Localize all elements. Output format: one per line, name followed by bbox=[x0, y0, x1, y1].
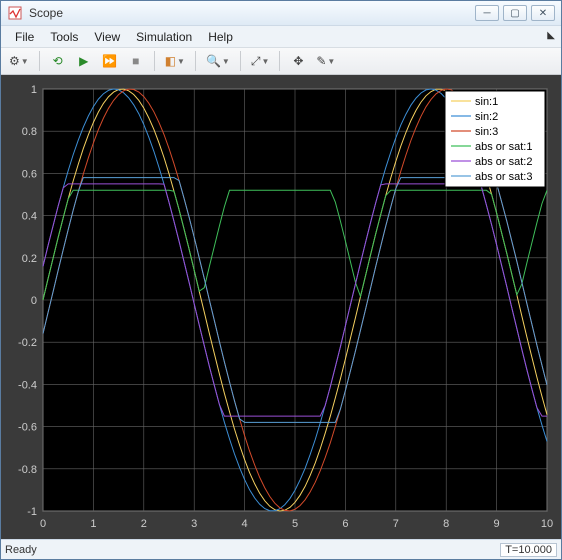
annotate-button[interactable]: ✎▼ bbox=[312, 50, 339, 72]
step-forward-button[interactable]: ⏩ bbox=[98, 50, 122, 72]
step-forward-icon: ⏩ bbox=[102, 54, 117, 68]
close-button[interactable]: ✕ bbox=[531, 5, 555, 21]
svg-text:sin:3: sin:3 bbox=[475, 126, 498, 138]
svg-text:9: 9 bbox=[494, 518, 500, 530]
svg-text:0.2: 0.2 bbox=[22, 253, 37, 265]
menu-simulation[interactable]: Simulation bbox=[128, 27, 200, 47]
scope-chart[interactable]: 0 1 2 3 4 5 6 7 8 9 10 -1 -0.8 -0.6 -0.4 -0.2 0 0.2 0.4 0.6… bbox=[7, 81, 555, 533]
zoom-button[interactable]: 🔍▼ bbox=[202, 50, 234, 72]
svg-text:sin:2: sin:2 bbox=[475, 111, 498, 123]
plot-area[interactable]: 0 1 2 3 4 5 6 7 8 9 10 -1 -0.8 -0.6 -0.4 -0.2 0 0.2 0.4 0.6… bbox=[1, 75, 561, 539]
annotate-icon: ✎ bbox=[316, 54, 326, 68]
window-controls: ─ ▢ ✕ bbox=[475, 5, 555, 21]
menu-help[interactable]: Help bbox=[200, 27, 241, 47]
status-text: Ready bbox=[5, 544, 500, 556]
trigger-icon: ◧ bbox=[165, 54, 176, 68]
svg-text:7: 7 bbox=[393, 518, 399, 530]
separator bbox=[154, 51, 155, 71]
run-button[interactable]: ▶ bbox=[72, 50, 96, 72]
configure-button[interactable]: ⚙▼ bbox=[5, 50, 33, 72]
menu-file[interactable]: File bbox=[7, 27, 42, 47]
svg-text:10: 10 bbox=[541, 518, 553, 530]
separator bbox=[240, 51, 241, 71]
svg-text:4: 4 bbox=[242, 518, 248, 530]
separator bbox=[195, 51, 196, 71]
gear-icon: ⚙ bbox=[9, 54, 20, 68]
step-back-button[interactable]: ⟲ bbox=[46, 50, 70, 72]
svg-text:2: 2 bbox=[141, 518, 147, 530]
svg-text:1: 1 bbox=[31, 84, 37, 96]
zoom-icon: 🔍 bbox=[206, 54, 221, 68]
undock-icon[interactable]: ◣ bbox=[547, 30, 555, 41]
maximize-button[interactable]: ▢ bbox=[503, 5, 527, 21]
svg-text:0.8: 0.8 bbox=[22, 127, 37, 139]
svg-text:abs or sat:2: abs or sat:2 bbox=[475, 156, 532, 168]
window-title: Scope bbox=[29, 6, 475, 20]
minimize-button[interactable]: ─ bbox=[475, 5, 499, 21]
svg-text:5: 5 bbox=[292, 518, 298, 530]
menu-view[interactable]: View bbox=[86, 27, 128, 47]
app-logo-icon bbox=[7, 5, 23, 21]
separator bbox=[279, 51, 280, 71]
svg-text:sin:1: sin:1 bbox=[475, 96, 498, 108]
svg-text:abs or sat:1: abs or sat:1 bbox=[475, 141, 532, 153]
svg-text:-0.8: -0.8 bbox=[18, 464, 37, 476]
scope-window: Scope ─ ▢ ✕ File Tools View Simulation H… bbox=[0, 0, 562, 560]
toolbar: ⚙▼ ⟲ ▶ ⏩ ■ ◧▼ 🔍▼ ⤢▼ ✥ ✎▼ bbox=[1, 48, 561, 75]
separator bbox=[39, 51, 40, 71]
stop-icon: ■ bbox=[132, 54, 139, 68]
autoscale-icon: ⤢ bbox=[251, 54, 261, 69]
svg-text:1: 1 bbox=[90, 518, 96, 530]
measure-button[interactable]: ✥ bbox=[286, 50, 310, 72]
menubar: File Tools View Simulation Help ◣ bbox=[1, 26, 561, 48]
svg-text:-0.2: -0.2 bbox=[18, 338, 37, 350]
svg-text:0.4: 0.4 bbox=[22, 211, 37, 223]
menu-tools[interactable]: Tools bbox=[42, 27, 86, 47]
measure-icon: ✥ bbox=[293, 54, 303, 68]
svg-text:0: 0 bbox=[40, 518, 46, 530]
autoscale-button[interactable]: ⤢▼ bbox=[247, 50, 274, 72]
svg-text:abs or sat:3: abs or sat:3 bbox=[475, 171, 532, 183]
svg-text:8: 8 bbox=[443, 518, 449, 530]
titlebar[interactable]: Scope ─ ▢ ✕ bbox=[1, 1, 561, 26]
svg-text:-0.4: -0.4 bbox=[18, 380, 37, 392]
sim-time: T=10.000 bbox=[500, 543, 557, 557]
svg-text:3: 3 bbox=[191, 518, 197, 530]
svg-text:6: 6 bbox=[342, 518, 348, 530]
play-icon: ▶ bbox=[79, 54, 88, 68]
stop-button[interactable]: ■ bbox=[124, 50, 148, 72]
svg-text:0: 0 bbox=[31, 295, 37, 307]
svg-text:-1: -1 bbox=[27, 506, 37, 518]
svg-text:-0.6: -0.6 bbox=[18, 422, 37, 434]
trigger-button[interactable]: ◧▼ bbox=[161, 50, 189, 72]
step-back-icon: ⟲ bbox=[53, 54, 63, 68]
svg-text:0.6: 0.6 bbox=[22, 169, 37, 181]
statusbar: Ready T=10.000 bbox=[1, 539, 561, 559]
